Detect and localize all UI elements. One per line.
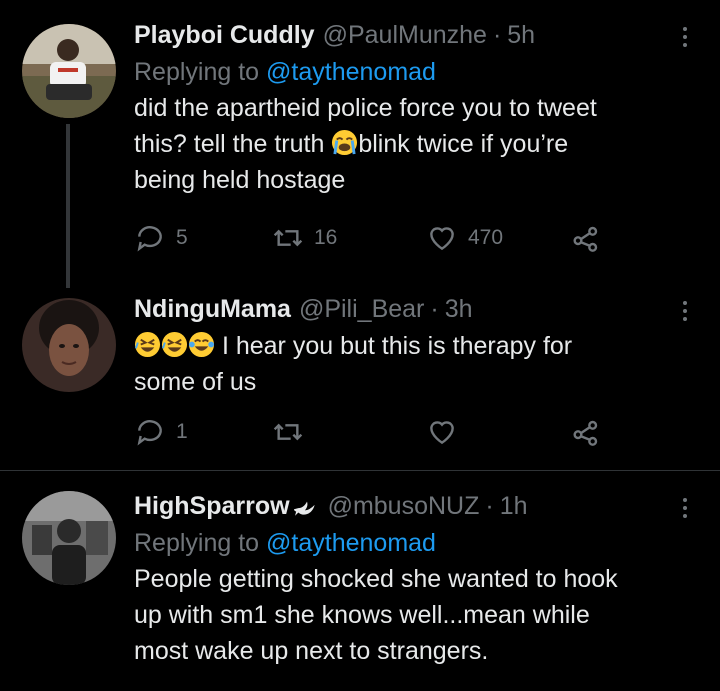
tweet-text: I hear you but this is therapy for some … [134,328,700,400]
share-icon [573,420,598,446]
tweet-header: NdinguMama @Pili_Bear · 3h [134,294,700,324]
user-handle[interactable]: @mbusoNUZ [328,491,480,521]
like-button[interactable]: 470 [426,222,503,254]
more-options-icon[interactable] [670,22,700,52]
tweet-text-line: being held hostage [134,166,346,194]
reply-icon [137,420,162,446]
share-button[interactable] [570,222,602,254]
rolling-on-floor-laughing-icon [161,331,188,358]
tweet-text-line: this? tell the truth blink twice if you’… [134,126,700,162]
reply-count: 5 [176,226,188,249]
face-with-tears-of-joy-icon [188,331,215,358]
share-icon [573,226,598,252]
tweet-text-fragment: blink twice if you’re [358,130,569,158]
loudly-crying-face-icon [332,129,358,156]
tweet-text-line: some of us [134,368,257,396]
timestamp[interactable]: 1h [500,491,528,521]
tweet-text-fragment: this? tell the truth [134,130,332,158]
tweet-3[interactable]: HighSparrow @mbusoNUZ · 1h Replying to @… [0,471,720,691]
avatar[interactable] [22,24,116,118]
retweet-button[interactable] [272,416,304,448]
like-count: 470 [468,226,504,249]
like-button[interactable] [426,416,458,448]
display-name[interactable]: Playboi Cuddly [134,20,315,50]
separator-dot: · [492,21,502,49]
tweet-text: People getting shocked she wanted to hoo… [134,561,700,669]
mention-link[interactable]: @taythenomad [266,529,436,557]
timestamp[interactable]: 3h [445,294,473,324]
tweet-1[interactable]: Playboi Cuddly @PaulMunzhe · 5h Replying… [0,0,720,290]
separator-dot: · [485,492,494,520]
tweet-2[interactable]: NdinguMama @Pili_Bear · 3h I hear you bu… [0,290,720,470]
user-handle[interactable]: @Pili_Bear [299,294,424,324]
avatar[interactable] [22,491,116,585]
retweet-icon [273,423,303,441]
thread-line [66,124,70,288]
heart-icon [430,227,454,251]
retweet-button[interactable]: 16 [272,222,337,254]
tweet-actions: 1 [134,416,700,456]
reply-button[interactable]: 5 [134,222,188,254]
tweet-text-line: People getting shocked she wanted to hoo… [134,565,618,593]
tweet-text-fragment: I hear you but this is therapy for [215,332,573,360]
heart-icon [430,421,454,445]
more-options-icon[interactable] [670,296,700,326]
share-button[interactable] [570,416,602,448]
more-options-icon[interactable] [670,493,700,523]
display-name[interactable]: HighSparrow [134,491,290,521]
reply-button[interactable]: 1 [134,416,188,448]
replying-to-label: Replying to [134,58,260,86]
avatar[interactable] [22,298,116,392]
dove-icon [293,501,315,516]
mention-link[interactable]: @taythenomad [266,58,436,86]
tweet-text-line: did the apartheid police force you to tw… [134,94,597,122]
tweet-header: HighSparrow @mbusoNUZ · 1h [134,491,700,521]
tweet-actions: 5 16 470 [134,222,700,262]
tweet-text-line: up with sm1 she knows well...mean while [134,601,590,629]
rolling-on-floor-laughing-icon [134,331,161,358]
tweet-text-line: I hear you but this is therapy for [134,328,700,364]
tweet-header: Playboi Cuddly @PaulMunzhe · 5h [134,20,700,50]
replying-to: Replying to @taythenomad [134,54,700,90]
replying-to: Replying to @taythenomad [134,525,700,561]
tweet-text-line: most wake up next to strangers. [134,637,489,665]
tweet-text: did the apartheid police force you to tw… [134,90,700,198]
retweet-count: 16 [314,226,338,249]
reply-count: 1 [176,420,188,443]
user-handle[interactable]: @PaulMunzhe [323,20,487,50]
replying-to-label: Replying to [134,529,260,557]
retweet-icon [273,229,303,247]
timestamp[interactable]: 5h [507,20,535,50]
display-name[interactable]: NdinguMama [134,294,291,324]
separator-dot: · [430,295,439,323]
reply-icon [137,226,162,252]
